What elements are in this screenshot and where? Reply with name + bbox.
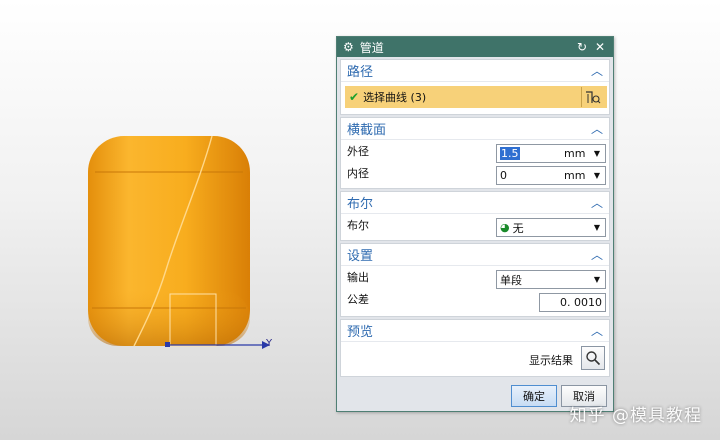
select-curve-row[interactable]: ✔ 选择曲线 (3) <box>345 86 607 108</box>
tolerance-field[interactable]: 0. 0010 <box>539 293 606 312</box>
pipe-dialog: ⚙ 管道 ↻ ✕ 路径 ︿ ✔ 选择曲线 (3) 横截面 ︿ 外径 内径 1.5… <box>336 36 614 412</box>
outer-diameter-field[interactable]: 1.5 mm ▼ <box>496 144 606 163</box>
magnifier-icon <box>586 351 601 366</box>
show-result-label: 显示结果 <box>529 354 573 367</box>
collapse-icon[interactable]: ︿ <box>591 120 603 137</box>
dialog-title: 管道 <box>359 40 384 55</box>
reset-icon[interactable]: ↻ <box>575 40 589 54</box>
inner-diameter-value[interactable]: 0 <box>500 169 564 182</box>
boolean-none-icon: ◕ <box>500 221 510 234</box>
output-label: 输出 <box>347 271 369 284</box>
inner-diameter-label: 内径 <box>347 167 369 180</box>
close-icon[interactable]: ✕ <box>593 40 607 54</box>
curve-select-button[interactable] <box>581 87 603 107</box>
section-settings-title: 设置 <box>347 249 374 264</box>
outer-diameter-label: 外径 <box>347 145 369 158</box>
section-preview: 预览 ︿ 显示结果 <box>340 319 610 377</box>
tolerance-label: 公差 <box>347 293 369 306</box>
inner-diameter-unit: mm <box>564 169 586 182</box>
collapse-icon[interactable]: ︿ <box>591 246 603 263</box>
section-cross-section-title: 横截面 <box>347 123 387 138</box>
output-select[interactable]: 单段 ▼ <box>496 270 606 289</box>
inner-diameter-field[interactable]: 0 mm ▼ <box>496 166 606 185</box>
gear-icon[interactable]: ⚙ <box>343 40 354 54</box>
ok-button[interactable]: 确定 <box>511 385 557 407</box>
chevron-down-icon[interactable]: ▼ <box>592 171 602 180</box>
collapse-icon[interactable]: ︿ <box>591 62 603 79</box>
select-curve-label: 选择曲线 (3) <box>363 91 427 104</box>
section-preview-header[interactable]: 预览 ︿ <box>341 320 609 342</box>
section-preview-title: 预览 <box>347 325 374 340</box>
barrel-body[interactable] <box>88 136 250 346</box>
chevron-down-icon[interactable]: ▼ <box>592 149 602 158</box>
output-value: 单段 <box>500 273 522 287</box>
section-boolean-header[interactable]: 布尔 ︿ <box>341 192 609 214</box>
chevron-down-icon[interactable]: ▼ <box>592 223 602 232</box>
dialog-titlebar[interactable]: ⚙ 管道 ↻ ✕ <box>337 37 613 57</box>
y-axis-label: Y <box>266 338 273 349</box>
section-cross-section-header[interactable]: 横截面 ︿ <box>341 118 609 140</box>
watermark: 知乎 @模具教程 <box>569 406 702 426</box>
section-boolean-title: 布尔 <box>347 197 374 212</box>
model-view[interactable] <box>0 0 336 440</box>
tolerance-value[interactable]: 0. 0010 <box>560 296 602 309</box>
section-path-header[interactable]: 路径 ︿ <box>341 60 609 82</box>
chevron-down-icon[interactable]: ▼ <box>592 275 602 284</box>
section-boolean: 布尔 ︿ 布尔 ◕ 无 ▼ <box>340 191 610 241</box>
collapse-icon[interactable]: ︿ <box>591 194 603 211</box>
section-path-title: 路径 <box>347 65 374 80</box>
check-icon: ✔ <box>349 90 360 104</box>
section-path: 路径 ︿ ✔ 选择曲线 (3) <box>340 59 610 115</box>
show-result-button[interactable] <box>581 346 605 370</box>
boolean-select[interactable]: ◕ 无 ▼ <box>496 218 606 237</box>
section-settings-header[interactable]: 设置 ︿ <box>341 244 609 266</box>
collapse-icon[interactable]: ︿ <box>591 322 603 339</box>
outer-diameter-value[interactable]: 1.5 <box>500 147 520 160</box>
outer-diameter-unit: mm <box>564 147 586 160</box>
boolean-label: 布尔 <box>347 219 369 232</box>
boolean-value: 无 <box>512 221 524 235</box>
section-settings: 设置 ︿ 输出 公差 单段 ▼ 0. 0010 <box>340 243 610 317</box>
curve-icon <box>585 91 600 104</box>
section-cross-section: 横截面 ︿ 外径 内径 1.5 mm ▼ 0 mm ▼ <box>340 117 610 189</box>
